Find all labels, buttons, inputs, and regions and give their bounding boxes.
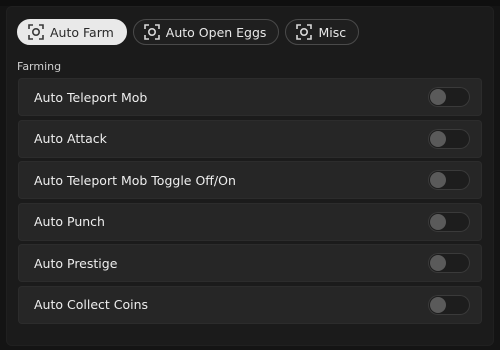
toggle-knob (430, 213, 446, 230)
toggle-knob (430, 172, 446, 188)
option-label: Auto Collect Coins (34, 297, 149, 312)
tab-bar: Auto Farm Auto Open Eggs Misc (17, 19, 360, 45)
option-row-auto-attack[interactable]: Auto Attack (18, 119, 482, 158)
tab-label: Misc (318, 24, 347, 40)
toggle-switch[interactable] (428, 211, 470, 232)
option-row-auto-prestige[interactable]: Auto Prestige (18, 244, 482, 282)
toggle-switch[interactable] (428, 253, 470, 273)
option-row-auto-collect-coins[interactable]: Auto Collect Coins (18, 285, 482, 324)
section-title: Farming (17, 60, 62, 73)
toggle-switch[interactable] (428, 87, 470, 107)
toggle-switch[interactable] (428, 294, 470, 315)
option-row-auto-punch[interactable]: Auto Punch (18, 202, 482, 241)
tab-label: Auto Farm (50, 24, 114, 40)
toggle-switch[interactable] (428, 170, 470, 190)
tab-label: Auto Open Eggs (165, 24, 267, 40)
toggle-knob (430, 255, 446, 271)
option-label: Auto Prestige (34, 255, 118, 271)
target-icon (28, 24, 44, 40)
option-row-auto-teleport-mob-toggle[interactable]: Auto Teleport Mob Toggle Off/On (18, 161, 482, 199)
toggle-knob (430, 89, 446, 105)
option-label: Auto Teleport Mob (34, 89, 148, 105)
target-icon (143, 24, 160, 40)
options-list: Auto Teleport Mob Auto Attack Auto Telep… (18, 78, 482, 327)
option-label: Auto Teleport Mob Toggle Off/On (34, 172, 236, 188)
option-label: Auto Punch (34, 214, 105, 229)
toggle-knob (430, 296, 446, 313)
tab-auto-farm[interactable]: Auto Farm (17, 19, 127, 45)
tab-misc[interactable]: Misc (285, 19, 360, 45)
target-icon (296, 24, 313, 40)
option-label: Auto Attack (34, 131, 107, 146)
toggle-knob (430, 130, 446, 147)
option-row-auto-teleport-mob[interactable]: Auto Teleport Mob (18, 78, 482, 116)
tab-auto-open-eggs[interactable]: Auto Open Eggs (132, 19, 280, 45)
toggle-switch[interactable] (428, 128, 470, 149)
